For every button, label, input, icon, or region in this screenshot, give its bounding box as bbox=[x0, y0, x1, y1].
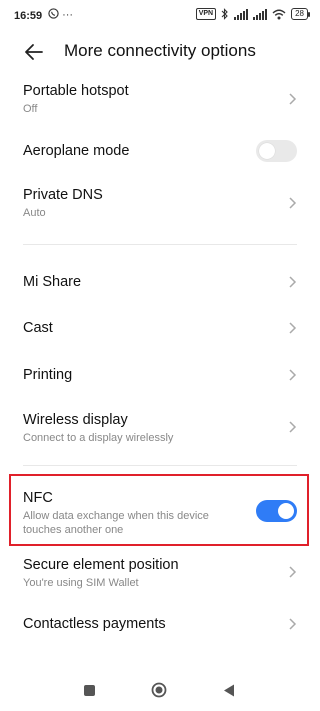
chevron-right-icon bbox=[289, 93, 297, 105]
row-title: Mi Share bbox=[23, 274, 82, 290]
row-subtitle: Connect to a display wirelessly bbox=[23, 432, 174, 444]
recents-square-icon[interactable] bbox=[84, 685, 95, 696]
page-title: More connectivity options bbox=[64, 41, 256, 60]
row-subtitle-line-1: Allow data exchange when this device bbox=[23, 510, 209, 522]
toggle-knob bbox=[278, 503, 294, 519]
portable-hotspot-row[interactable]: Portable hotspot Off bbox=[0, 78, 320, 122]
status-bar: 16:59 ··· VPN 28 bbox=[0, 0, 320, 32]
nfc-row: NFC Allow data exchange when this device… bbox=[0, 486, 320, 540]
chevron-right-icon bbox=[289, 566, 297, 578]
chevron-right-icon bbox=[289, 197, 297, 209]
contactless-payments-row[interactable]: Contactless payments bbox=[0, 606, 320, 642]
wireless-display-row[interactable]: Wireless display Connect to a display wi… bbox=[0, 407, 320, 451]
back-arrow-icon[interactable] bbox=[22, 40, 46, 64]
more-notifications-icon: ··· bbox=[62, 9, 74, 21]
chevron-right-icon bbox=[289, 322, 297, 334]
battery-icon: 28 bbox=[291, 8, 310, 20]
row-subtitle: Auto bbox=[23, 207, 46, 219]
row-subtitle: Off bbox=[23, 103, 38, 115]
private-dns-row[interactable]: Private DNS Auto bbox=[0, 182, 320, 226]
navigation-bar bbox=[0, 670, 320, 711]
printing-row[interactable]: Printing bbox=[0, 357, 320, 393]
row-title: Aeroplane mode bbox=[23, 143, 130, 159]
vpn-icon: VPN bbox=[195, 8, 217, 20]
status-right-icons: VPN 28 bbox=[195, 8, 310, 20]
cast-row[interactable]: Cast bbox=[0, 310, 320, 346]
app-header: More connectivity options bbox=[0, 32, 320, 72]
row-title: Secure element position bbox=[23, 557, 179, 573]
toggle-knob bbox=[259, 143, 275, 159]
row-title: Wireless display bbox=[23, 412, 128, 428]
row-subtitle: You're using SIM Wallet bbox=[23, 577, 139, 589]
secure-element-position-row[interactable]: Secure element position You're using SIM… bbox=[0, 552, 320, 596]
chevron-right-icon bbox=[289, 276, 297, 288]
status-time: 16:59 bbox=[14, 10, 43, 22]
bluetooth-icon bbox=[221, 8, 228, 20]
row-title: Portable hotspot bbox=[23, 83, 129, 99]
chevron-right-icon bbox=[289, 421, 297, 433]
whatsapp-icon bbox=[48, 8, 59, 19]
notification-icons: ··· bbox=[48, 8, 73, 21]
signal-icon bbox=[253, 8, 268, 20]
chevron-right-icon bbox=[289, 369, 297, 381]
aeroplane-mode-row: Aeroplane mode bbox=[0, 132, 320, 170]
row-subtitle-line-2: touches another one bbox=[23, 524, 124, 536]
home-circle-icon[interactable] bbox=[151, 682, 167, 698]
chevron-right-icon bbox=[289, 618, 297, 630]
row-title: Cast bbox=[23, 320, 53, 336]
signal-icon bbox=[234, 8, 249, 20]
row-title: Contactless payments bbox=[23, 616, 166, 632]
row-title: Private DNS bbox=[23, 187, 103, 203]
back-triangle-icon[interactable] bbox=[222, 683, 236, 698]
section-divider bbox=[23, 465, 297, 466]
row-title: Printing bbox=[23, 367, 73, 383]
section-divider bbox=[23, 244, 297, 245]
row-title: NFC bbox=[23, 490, 53, 506]
nfc-toggle[interactable] bbox=[256, 500, 297, 522]
aeroplane-mode-toggle[interactable] bbox=[256, 140, 297, 162]
mi-share-row[interactable]: Mi Share bbox=[0, 264, 320, 300]
wifi-icon bbox=[272, 9, 286, 19]
